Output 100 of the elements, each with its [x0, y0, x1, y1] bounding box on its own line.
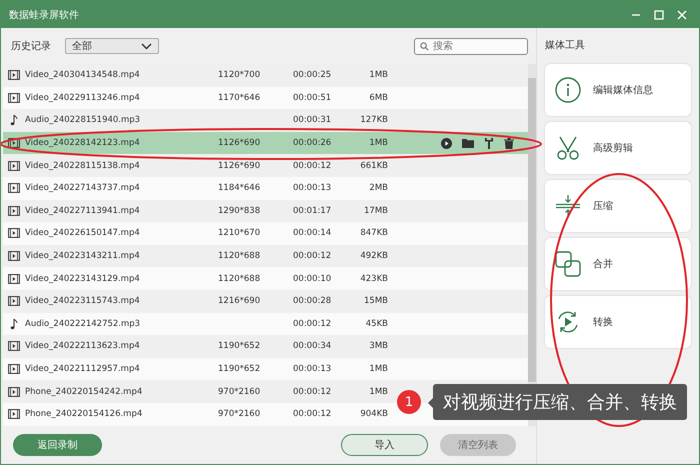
file-row[interactable]: Video_240223143129.mp4 1120*688 00:00:10 423KB [3, 267, 528, 290]
window-title: 数据蛙录屏软件 [9, 8, 79, 22]
file-name: Video_240304134548.mp4 [25, 70, 141, 80]
file-name: Phone_240220154126.mp4 [25, 409, 144, 420]
video-file-icon [8, 183, 20, 194]
file-row[interactable]: Video_240229113246.mp4 1170*646 00:00:51 6MB [3, 86, 528, 110]
close-icon[interactable] [677, 10, 687, 20]
search-icon [420, 42, 429, 50]
size-text: 45KB [364, 318, 388, 329]
video-file-icon [8, 386, 20, 397]
resolution-text: 1290*838 [218, 206, 260, 216]
search-field[interactable]: 搜索 [414, 38, 528, 54]
clear-list-button[interactable]: 清空列表 [440, 434, 516, 456]
duration-text: 00:00:12 [293, 386, 332, 397]
duration-text: 00:00:25 [293, 70, 332, 80]
file-name: Video_240229113246.mp4 [25, 92, 141, 103]
file-name: Phone_240220154242.mp4 [25, 386, 144, 397]
video-file-icon [8, 92, 20, 103]
resolution-text: 1120*688 [218, 274, 260, 284]
size-text: 6MB [368, 92, 388, 103]
size-text: 15MB [363, 296, 388, 306]
duration-text: 00:00:13 [293, 364, 332, 374]
music-note-icon [10, 318, 18, 330]
trash-icon[interactable] [504, 138, 514, 149]
file-name: Video_240223143129.mp4 [25, 274, 141, 284]
file-name: Audio_240222142752.mp3 [25, 318, 142, 329]
tool-card[interactable]: 转换 [545, 296, 691, 348]
history-label: 历史记录 [11, 40, 51, 53]
video-file-icon [8, 274, 20, 284]
resolution-text: 1120*688 [218, 251, 260, 262]
video-file-icon [8, 296, 20, 306]
tool-card[interactable]: 合并 [545, 238, 691, 290]
convert-icon [556, 310, 580, 334]
size-text: 127KB [359, 115, 388, 126]
file-name: Video_240228115138.mp4 [25, 160, 141, 171]
resolution-text: 1170*646 [218, 92, 260, 103]
tool-card[interactable]: 压缩 [545, 180, 691, 232]
size-text: 3MB [368, 341, 388, 352]
size-text: 1MB [368, 70, 388, 80]
duration-text: 00:00:34 [293, 341, 332, 352]
chevron-icon [141, 42, 152, 50]
duration-text: 00:00:28 [293, 296, 332, 306]
duration-text: 00:00:13 [293, 183, 332, 194]
size-text: 904KB [359, 409, 388, 420]
file-row[interactable]: Video_240227143737.mp4 1184*646 00:00:13 2MB [3, 176, 528, 200]
tool-card[interactable]: 高级剪辑 [545, 122, 691, 174]
maximize-icon[interactable] [654, 10, 664, 20]
size-text: 492KB [359, 251, 388, 262]
file-name: Video_240226150147.mp4 [25, 228, 141, 238]
resolution-text: 1190*652 [218, 341, 260, 352]
size-text: 847KB [359, 228, 388, 238]
size-text: 661KB [359, 160, 388, 171]
video-file-icon [8, 409, 20, 420]
file-name: Video_240227113941.mp4 [25, 206, 141, 216]
size-text: 2MB [368, 183, 388, 194]
duration-text: 00:00:51 [293, 92, 332, 103]
file-row[interactable]: Video_240226150147.mp4 1210*670 00:00:14 847KB [3, 222, 528, 245]
duration-text: 00:00:12 [293, 251, 332, 262]
compress-icon [555, 194, 581, 218]
size-text: 1MB [368, 138, 388, 148]
resolution-text: 1210*670 [218, 228, 260, 238]
file-name: Video_240221112957.mp4 [25, 364, 141, 374]
file-row[interactable]: Video_240228142123.mp4 1126*690 00:00:26 1MB [3, 132, 528, 154]
filter-dropdown[interactable]: 全部 [65, 38, 159, 54]
resolution-text: 1120*700 [218, 70, 260, 80]
resolution-text: 1216*690 [218, 296, 260, 306]
duration-text: 00:00:10 [293, 274, 332, 284]
back-to-record-button[interactable]: 返回录制 [13, 434, 102, 456]
wrench-icon[interactable] [484, 138, 494, 149]
resolution-text: 1126*690 [218, 160, 260, 171]
scrollbar-thumb[interactable] [528, 78, 536, 382]
sidebar-title: 媒体工具 [545, 39, 586, 52]
file-row[interactable]: Video_240221112957.mp4 1190*652 00:00:13 1MB [3, 358, 528, 380]
duration-text: 00:00:12 [293, 409, 332, 420]
folder-icon[interactable] [462, 138, 474, 148]
import-button[interactable]: 导入 [341, 434, 428, 456]
video-file-icon [8, 160, 20, 171]
resolution-text: 1126*690 [218, 138, 260, 148]
video-file-icon [8, 251, 20, 262]
size-text: 1MB [368, 364, 388, 374]
size-text: 1MB [368, 386, 388, 397]
merge-icon [555, 251, 581, 277]
file-name: Video_240222113623.mp4 [25, 341, 141, 352]
music-note-icon [10, 114, 18, 126]
scissors-icon [556, 136, 580, 160]
resolution-text: 1190*652 [218, 364, 260, 374]
play-icon[interactable] [441, 138, 452, 149]
file-name: Video_240228142123.mp4 [25, 138, 141, 148]
duration-text: 00:00:26 [293, 138, 332, 148]
size-text: 423KB [359, 274, 388, 284]
duration-text: 00:00:14 [293, 228, 332, 238]
tool-card[interactable]: 编辑媒体信息 [545, 64, 691, 116]
file-row[interactable]: Audio_240222142752.mp3 00:00:12 45KB [3, 312, 528, 336]
file-name: Video_240223143211.mp4 [25, 251, 141, 262]
video-file-icon [8, 206, 20, 216]
duration-text: 00:00:12 [293, 160, 332, 171]
video-file-icon [8, 341, 20, 352]
video-file-icon [8, 70, 20, 80]
duration-text: 00:01:17 [293, 206, 332, 216]
resolution-text: 1184*646 [218, 183, 260, 194]
